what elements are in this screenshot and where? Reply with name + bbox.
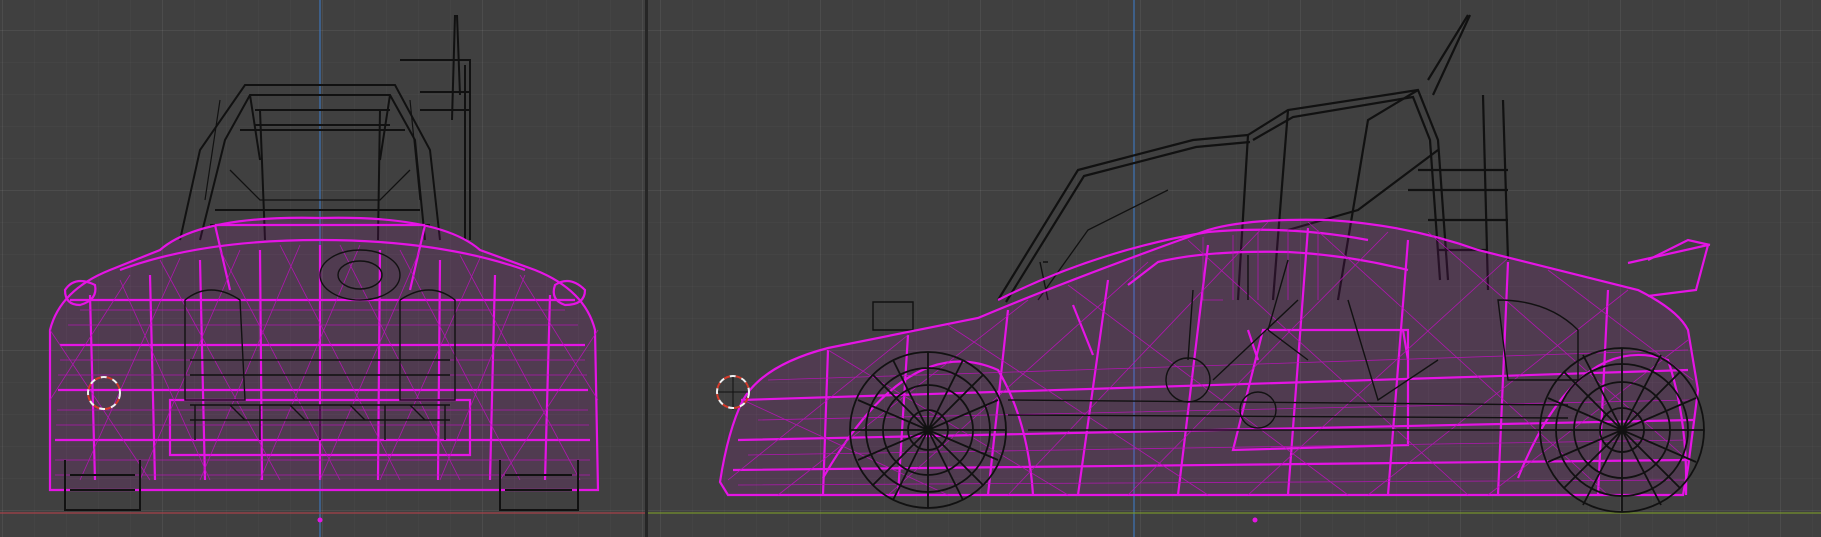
- front-view-canvas[interactable]: [0, 0, 645, 537]
- side-viewport[interactable]: [648, 0, 1821, 537]
- car-body-wireframe[interactable]: [718, 218, 1711, 497]
- object-origin-dot[interactable]: [317, 517, 323, 523]
- rear-wheel-wireframe: [1539, 347, 1705, 513]
- blender-editor: [0, 0, 1821, 537]
- front-wheel-wireframe: [849, 351, 1007, 509]
- side-view-canvas[interactable]: [648, 0, 1821, 537]
- roll-cage-wireframe[interactable]: [179, 14, 471, 241]
- front-viewport[interactable]: [0, 0, 645, 537]
- 3d-cursor[interactable]: [716, 375, 750, 410]
- object-origin-dot[interactable]: [1252, 517, 1258, 523]
